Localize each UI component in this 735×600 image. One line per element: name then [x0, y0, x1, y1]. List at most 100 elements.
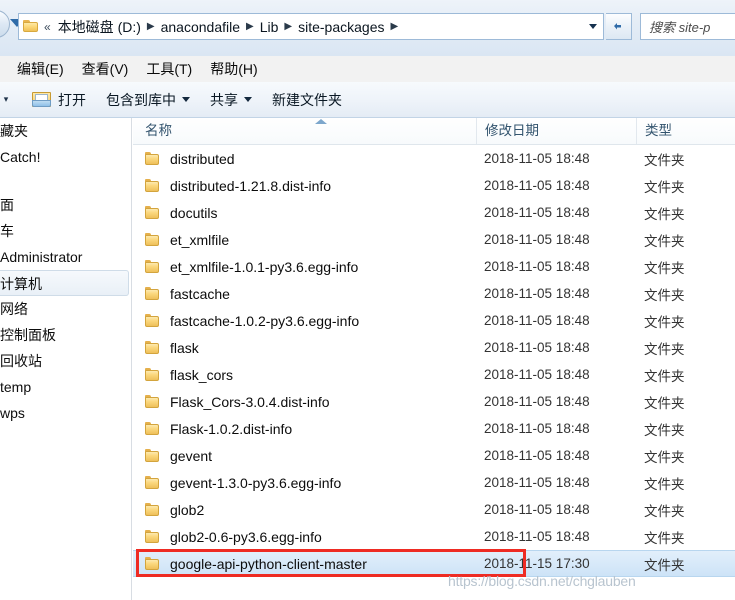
- file-name-label: gevent: [170, 447, 213, 464]
- cell-name: fastcache-1.0.2-py3.6.egg-info: [145, 313, 475, 329]
- refresh-icon: [614, 23, 621, 30]
- breadcrumb-anacondafile[interactable]: anacondafile: [160, 19, 241, 35]
- cell-type: 文件夹: [644, 449, 685, 465]
- cell-name: glob2-0.6-py3.6.egg-info: [145, 529, 475, 545]
- file-name-label: et_xmlfile: [170, 231, 230, 248]
- file-name-label: Flask-1.0.2.dist-info: [170, 420, 293, 437]
- open-button[interactable]: 打开: [22, 87, 96, 113]
- content-area: 藏夹 Catch! 面 车 Administrator 计算机 网络 控制面板 …: [0, 118, 735, 600]
- table-row[interactable]: flask 2018-11-05 18:48 文件夹: [133, 334, 735, 361]
- cell-name: flask_cors: [145, 367, 475, 383]
- folder-icon: [145, 313, 161, 328]
- table-row[interactable]: distributed-1.21.8.dist-info 2018-11-05 1…: [133, 172, 735, 199]
- cell-type: 文件夹: [644, 530, 685, 546]
- include-in-library-button[interactable]: 包含到库中: [96, 87, 200, 113]
- folder-icon: [145, 340, 161, 355]
- sidebar-item-catch[interactable]: Catch!: [0, 144, 131, 170]
- cell-name: flask: [145, 340, 475, 356]
- breadcrumb-separator-icon[interactable]: ▶: [284, 21, 292, 32]
- menu-edit[interactable]: 编辑(E): [8, 57, 73, 81]
- column-header-date-modified[interactable]: 修改日期: [476, 118, 636, 144]
- table-row[interactable]: et_xmlfile-1.0.1-py3.6.egg-info 2018-11-0…: [133, 253, 735, 280]
- column-header-name[interactable]: 名称: [145, 118, 475, 144]
- column-header-row: 名称 修改日期 类型: [133, 118, 735, 145]
- sidebar-item-recycle-bin[interactable]: 回收站: [0, 348, 131, 374]
- cell-name: gevent-1.3.0-py3.6.egg-info: [145, 475, 475, 491]
- new-folder-button[interactable]: 新建文件夹: [262, 87, 352, 113]
- address-folder-icon: [23, 19, 39, 34]
- address-history-chevron-down-icon[interactable]: [589, 24, 597, 29]
- folder-icon: [145, 151, 161, 166]
- address-bar[interactable]: « 本地磁盘 (D:) ▶ anacondafile ▶ Lib ▶ site-…: [18, 13, 604, 40]
- table-row[interactable]: google-api-python-client-master 2018-11-1…: [133, 550, 735, 577]
- cell-type: 文件夹: [644, 395, 685, 411]
- sidebar-item-control-panel[interactable]: 控制面板: [0, 322, 131, 348]
- file-name-label: fastcache-1.0.2-py3.6.egg-info: [170, 312, 360, 329]
- breadcrumb-site-packages[interactable]: site-packages: [297, 19, 385, 35]
- menu-tools[interactable]: 工具(T): [137, 57, 201, 81]
- table-row[interactable]: Flask_Cors-3.0.4.dist-info 2018-11-05 18:…: [133, 388, 735, 415]
- table-row[interactable]: distributed 2018-11-05 18:48 文件夹: [133, 145, 735, 172]
- share-button-label: 共享: [210, 91, 238, 108]
- sidebar-item-wps[interactable]: wps: [0, 400, 131, 426]
- cell-name: et_xmlfile: [145, 232, 475, 248]
- sidebar-item-desktop[interactable]: 面: [0, 192, 131, 218]
- cell-type: 文件夹: [644, 314, 685, 330]
- breadcrumb-drive[interactable]: 本地磁盘 (D:): [57, 17, 142, 37]
- sidebar-item-favorites[interactable]: 藏夹: [0, 118, 131, 144]
- menu-help[interactable]: 帮助(H): [201, 57, 266, 81]
- folder-icon: [145, 205, 161, 220]
- table-row[interactable]: Flask-1.0.2.dist-info 2018-11-05 18:48 文件夹: [133, 415, 735, 442]
- menu-view[interactable]: 查看(V): [73, 57, 138, 81]
- toolbar-overflow-chevron-down-icon[interactable]: ▾: [0, 94, 12, 105]
- column-header-type[interactable]: 类型: [636, 118, 735, 144]
- folder-icon: [145, 259, 161, 274]
- table-row[interactable]: glob2 2018-11-05 18:48 文件夹: [133, 496, 735, 523]
- table-row[interactable]: flask_cors 2018-11-05 18:48 文件夹: [133, 361, 735, 388]
- table-row[interactable]: fastcache 2018-11-05 18:48 文件夹: [133, 280, 735, 307]
- file-name-label: flask_cors: [170, 366, 234, 383]
- folder-icon: [145, 448, 161, 463]
- watermark-text: https://blog.csdn.net/chglauben: [448, 573, 636, 589]
- open-folder-icon: [32, 91, 52, 108]
- table-row[interactable]: gevent-1.3.0-py3.6.egg-info 2018-11-05 18…: [133, 469, 735, 496]
- breadcrumb-lib[interactable]: Lib: [259, 19, 280, 35]
- cell-type: 文件夹: [644, 368, 685, 384]
- table-row[interactable]: et_xmlfile 2018-11-05 18:48 文件夹: [133, 226, 735, 253]
- back-button[interactable]: [0, 10, 10, 38]
- file-name-label: glob2-0.6-py3.6.egg-info: [170, 528, 322, 545]
- file-name-label: distributed: [170, 150, 235, 167]
- cell-type: 文件夹: [644, 260, 685, 276]
- sidebar-item-temp[interactable]: temp: [0, 374, 131, 400]
- folder-icon: [145, 394, 161, 409]
- cell-date-modified: 2018-11-15 17:30: [484, 556, 590, 571]
- breadcrumb-separator-icon[interactable]: ▶: [246, 21, 254, 32]
- table-row[interactable]: gevent 2018-11-05 18:48 文件夹: [133, 442, 735, 469]
- sidebar-item-downloads[interactable]: 车: [0, 218, 131, 244]
- table-row[interactable]: fastcache-1.0.2-py3.6.egg-info 2018-11-05…: [133, 307, 735, 334]
- folder-icon: [145, 421, 161, 436]
- table-row[interactable]: docutils 2018-11-05 18:48 文件夹: [133, 199, 735, 226]
- menu-bar: 编辑(E) 查看(V) 工具(T) 帮助(H): [0, 56, 735, 82]
- breadcrumb-separator-icon[interactable]: ▶: [391, 21, 399, 32]
- cell-name: distributed-1.21.8.dist-info: [145, 178, 475, 194]
- cell-date-modified: 2018-11-05 18:48: [484, 367, 590, 382]
- sidebar-item-computer[interactable]: 计算机: [0, 270, 129, 296]
- folder-icon: [145, 556, 161, 571]
- breadcrumb-separator-icon[interactable]: ▶: [147, 21, 155, 32]
- sidebar-item-administrator[interactable]: Administrator: [0, 244, 131, 270]
- table-row[interactable]: glob2-0.6-py3.6.egg-info 2018-11-05 18:48…: [133, 523, 735, 550]
- cell-date-modified: 2018-11-05 18:48: [484, 340, 590, 355]
- sort-ascending-icon: [315, 119, 327, 124]
- address-overflow-chevrons-icon[interactable]: «: [44, 20, 51, 34]
- sidebar-item-network[interactable]: 网络: [0, 296, 131, 322]
- refresh-button[interactable]: [606, 13, 632, 40]
- folder-icon: [145, 178, 161, 193]
- share-button[interactable]: 共享: [200, 87, 262, 113]
- search-box[interactable]: 搜索 site-p: [640, 13, 735, 40]
- cell-name: distributed: [145, 151, 475, 167]
- search-input[interactable]: 搜索 site-p: [649, 17, 710, 36]
- folder-icon: [145, 367, 161, 382]
- cell-date-modified: 2018-11-05 18:48: [484, 448, 590, 463]
- cell-type: 文件夹: [644, 341, 685, 357]
